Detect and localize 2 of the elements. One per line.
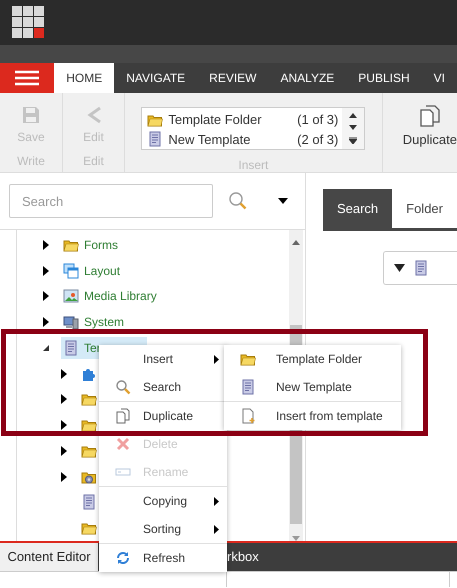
option-count: (1 of 3) — [297, 111, 338, 129]
option-count: (2 of 3) — [297, 130, 338, 149]
